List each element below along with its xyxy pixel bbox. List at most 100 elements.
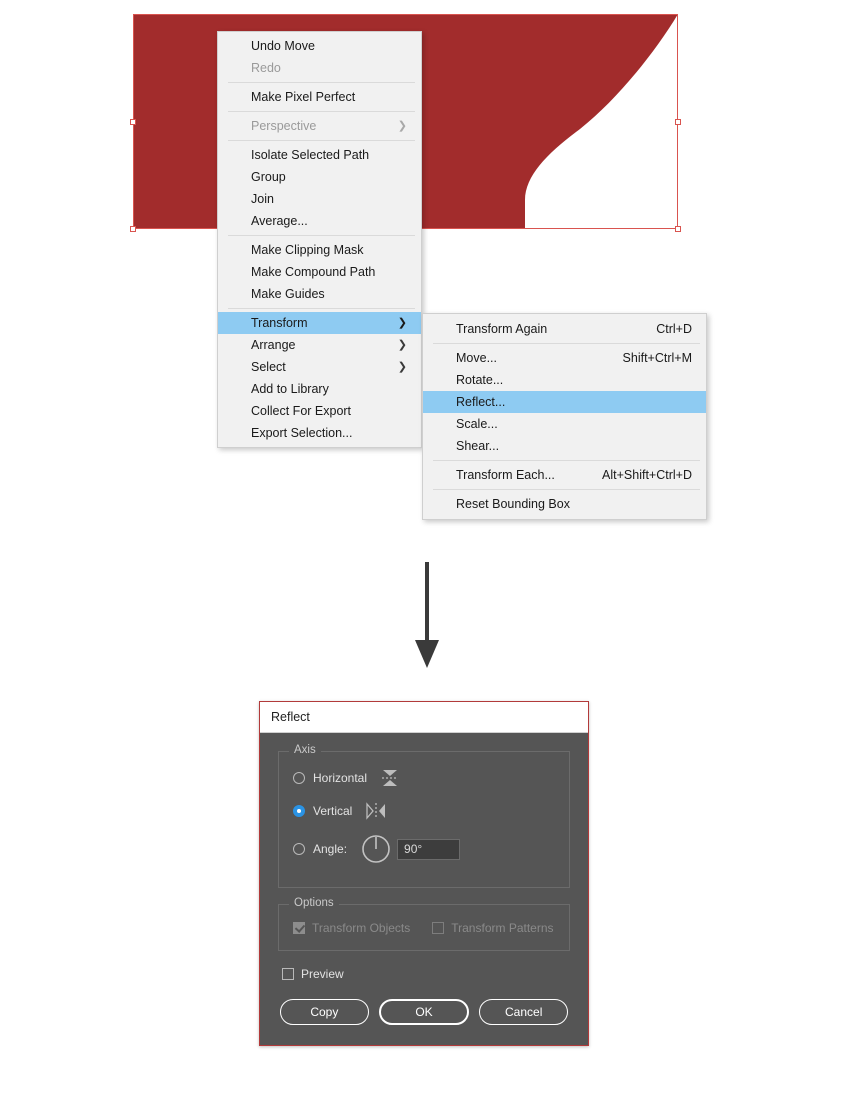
menu-item-isolate-selected-path[interactable]: Isolate Selected Path (218, 144, 421, 166)
menu-item-add-to-library[interactable]: Add to Library (218, 378, 421, 400)
menu-item-arrange[interactable]: Arrange ❯ (218, 334, 421, 356)
menu-item-label: Perspective (251, 119, 317, 133)
submenu-item-transform-again[interactable]: Transform Again Ctrl+D (423, 318, 706, 340)
menu-item-label: Add to Library (251, 382, 329, 396)
ok-button[interactable]: OK (378, 999, 470, 1025)
submenu-item-reflect[interactable]: Reflect... (423, 391, 706, 413)
menu-item-label: Make Compound Path (251, 265, 376, 279)
menu-item-label: Collect For Export (251, 404, 352, 418)
menu-item-transform[interactable]: Transform ❯ (218, 312, 421, 334)
selection-handle-left-mid[interactable] (130, 119, 136, 125)
cancel-button[interactable]: Cancel (479, 999, 569, 1025)
menu-item-label: Select (251, 360, 286, 374)
menu-item-shortcut: Shift+Ctrl+M (622, 351, 692, 365)
submenu-item-scale[interactable]: Scale... (423, 413, 706, 435)
menu-item-average[interactable]: Average... (218, 210, 421, 232)
menu-item-export-selection[interactable]: Export Selection... (218, 422, 421, 444)
menu-item-make-compound-path[interactable]: Make Compound Path (218, 261, 421, 283)
chevron-right-icon: ❯ (397, 119, 407, 132)
submenu-item-move[interactable]: Move... Shift+Ctrl+M (423, 347, 706, 369)
submenu-item-reset-bounding-box[interactable]: Reset Bounding Box (423, 493, 706, 515)
menu-item-make-pixel-perfect[interactable]: Make Pixel Perfect (218, 86, 421, 108)
menu-separator (433, 343, 700, 344)
menu-item-label: Reflect... (456, 395, 506, 409)
transform-submenu[interactable]: Transform Again Ctrl+D Move... Shift+Ctr… (422, 313, 707, 520)
axis-angle-row[interactable]: Angle: 90° (293, 834, 555, 864)
menu-item-shortcut: Alt+Shift+Ctrl+D (602, 468, 692, 482)
menu-item-make-guides[interactable]: Make Guides (218, 283, 421, 305)
checkbox-transform-objects (293, 922, 305, 934)
angle-dial-icon[interactable] (361, 834, 391, 864)
copy-button[interactable]: Copy (280, 999, 369, 1025)
illustrator-context-menu[interactable]: Undo Move Redo Make Pixel Perfect Perspe… (217, 31, 422, 448)
submenu-item-rotate[interactable]: Rotate... (423, 369, 706, 391)
menu-separator (228, 140, 415, 141)
submenu-item-transform-each[interactable]: Transform Each... Alt+Shift+Ctrl+D (423, 464, 706, 486)
menu-separator (228, 308, 415, 309)
axis-vertical-row[interactable]: Vertical (293, 801, 555, 821)
menu-item-label: Join (251, 192, 274, 206)
menu-item-group[interactable]: Group (218, 166, 421, 188)
angle-input[interactable]: 90° (397, 838, 461, 860)
menu-item-label: Export Selection... (251, 426, 353, 440)
checkbox-preview[interactable] (282, 968, 294, 980)
checkbox-transform-patterns-label: Transform Patterns (451, 921, 554, 935)
dialog-button-row: Copy OK Cancel (278, 999, 570, 1025)
options-fieldset: Options Transform Objects Transform Patt… (278, 897, 570, 951)
radio-vertical[interactable] (293, 805, 305, 817)
down-arrow-icon (415, 562, 439, 668)
checkbox-transform-patterns (432, 922, 445, 934)
submenu-item-shear[interactable]: Shear... (423, 435, 706, 457)
radio-angle-label: Angle: (313, 842, 348, 856)
axis-legend: Axis (289, 744, 321, 756)
menu-item-label: Transform Again (456, 322, 548, 336)
radio-horizontal[interactable] (293, 772, 305, 784)
menu-separator (228, 82, 415, 83)
menu-item-label: Arrange (251, 338, 296, 352)
menu-separator (228, 235, 415, 236)
options-legend: Options (289, 897, 339, 909)
checkbox-transform-objects-label: Transform Objects (312, 921, 411, 935)
options-row: Transform Objects Transform Patterns (293, 921, 555, 935)
selection-handle-right-bottom[interactable] (675, 226, 681, 232)
chevron-right-icon: ❯ (397, 360, 407, 373)
menu-item-select[interactable]: Select ❯ (218, 356, 421, 378)
menu-item-perspective: Perspective ❯ (218, 115, 421, 137)
menu-separator (433, 460, 700, 461)
axis-fieldset: Axis Horizontal Vertical Angle: 90° (278, 744, 570, 888)
menu-item-label: Make Clipping Mask (251, 243, 364, 257)
menu-item-label: Reset Bounding Box (456, 497, 570, 511)
menu-item-shortcut: Ctrl+D (656, 322, 692, 336)
preview-row[interactable]: Preview (282, 967, 570, 981)
axis-horizontal-row[interactable]: Horizontal (293, 768, 555, 788)
menu-item-label: Make Guides (251, 287, 325, 301)
menu-separator (433, 489, 700, 490)
menu-item-collect-for-export[interactable]: Collect For Export (218, 400, 421, 422)
menu-item-label: Make Pixel Perfect (251, 90, 356, 104)
menu-item-redo: Redo (218, 57, 421, 79)
menu-item-label: Redo (251, 61, 281, 75)
menu-separator (228, 111, 415, 112)
menu-item-make-clipping-mask[interactable]: Make Clipping Mask (218, 239, 421, 261)
dialog-body: Axis Horizontal Vertical Angle: 90° Opti… (260, 733, 588, 1045)
vertical-axis-icon (366, 802, 386, 820)
dialog-title: Reflect (271, 710, 310, 724)
menu-item-label: Scale... (456, 417, 498, 431)
selection-handle-left-bottom[interactable] (130, 226, 136, 232)
radio-angle[interactable] (293, 843, 305, 855)
menu-item-label: Transform (251, 316, 308, 330)
menu-item-label: Undo Move (251, 39, 315, 53)
radio-vertical-label: Vertical (313, 804, 353, 818)
menu-item-label: Shear... (456, 439, 500, 453)
menu-item-label: Rotate... (456, 373, 504, 387)
chevron-right-icon: ❯ (397, 316, 407, 329)
dialog-titlebar: Reflect (260, 702, 588, 733)
menu-item-label: Average... (251, 214, 308, 228)
menu-item-undo-move[interactable]: Undo Move (218, 35, 421, 57)
menu-item-label: Group (251, 170, 286, 184)
menu-item-join[interactable]: Join (218, 188, 421, 210)
menu-item-label: Move... (456, 351, 497, 365)
horizontal-axis-icon (382, 770, 399, 786)
selection-handle-right-mid[interactable] (675, 119, 681, 125)
reflect-dialog: Reflect Axis Horizontal Vertical Angle: … (259, 701, 589, 1046)
